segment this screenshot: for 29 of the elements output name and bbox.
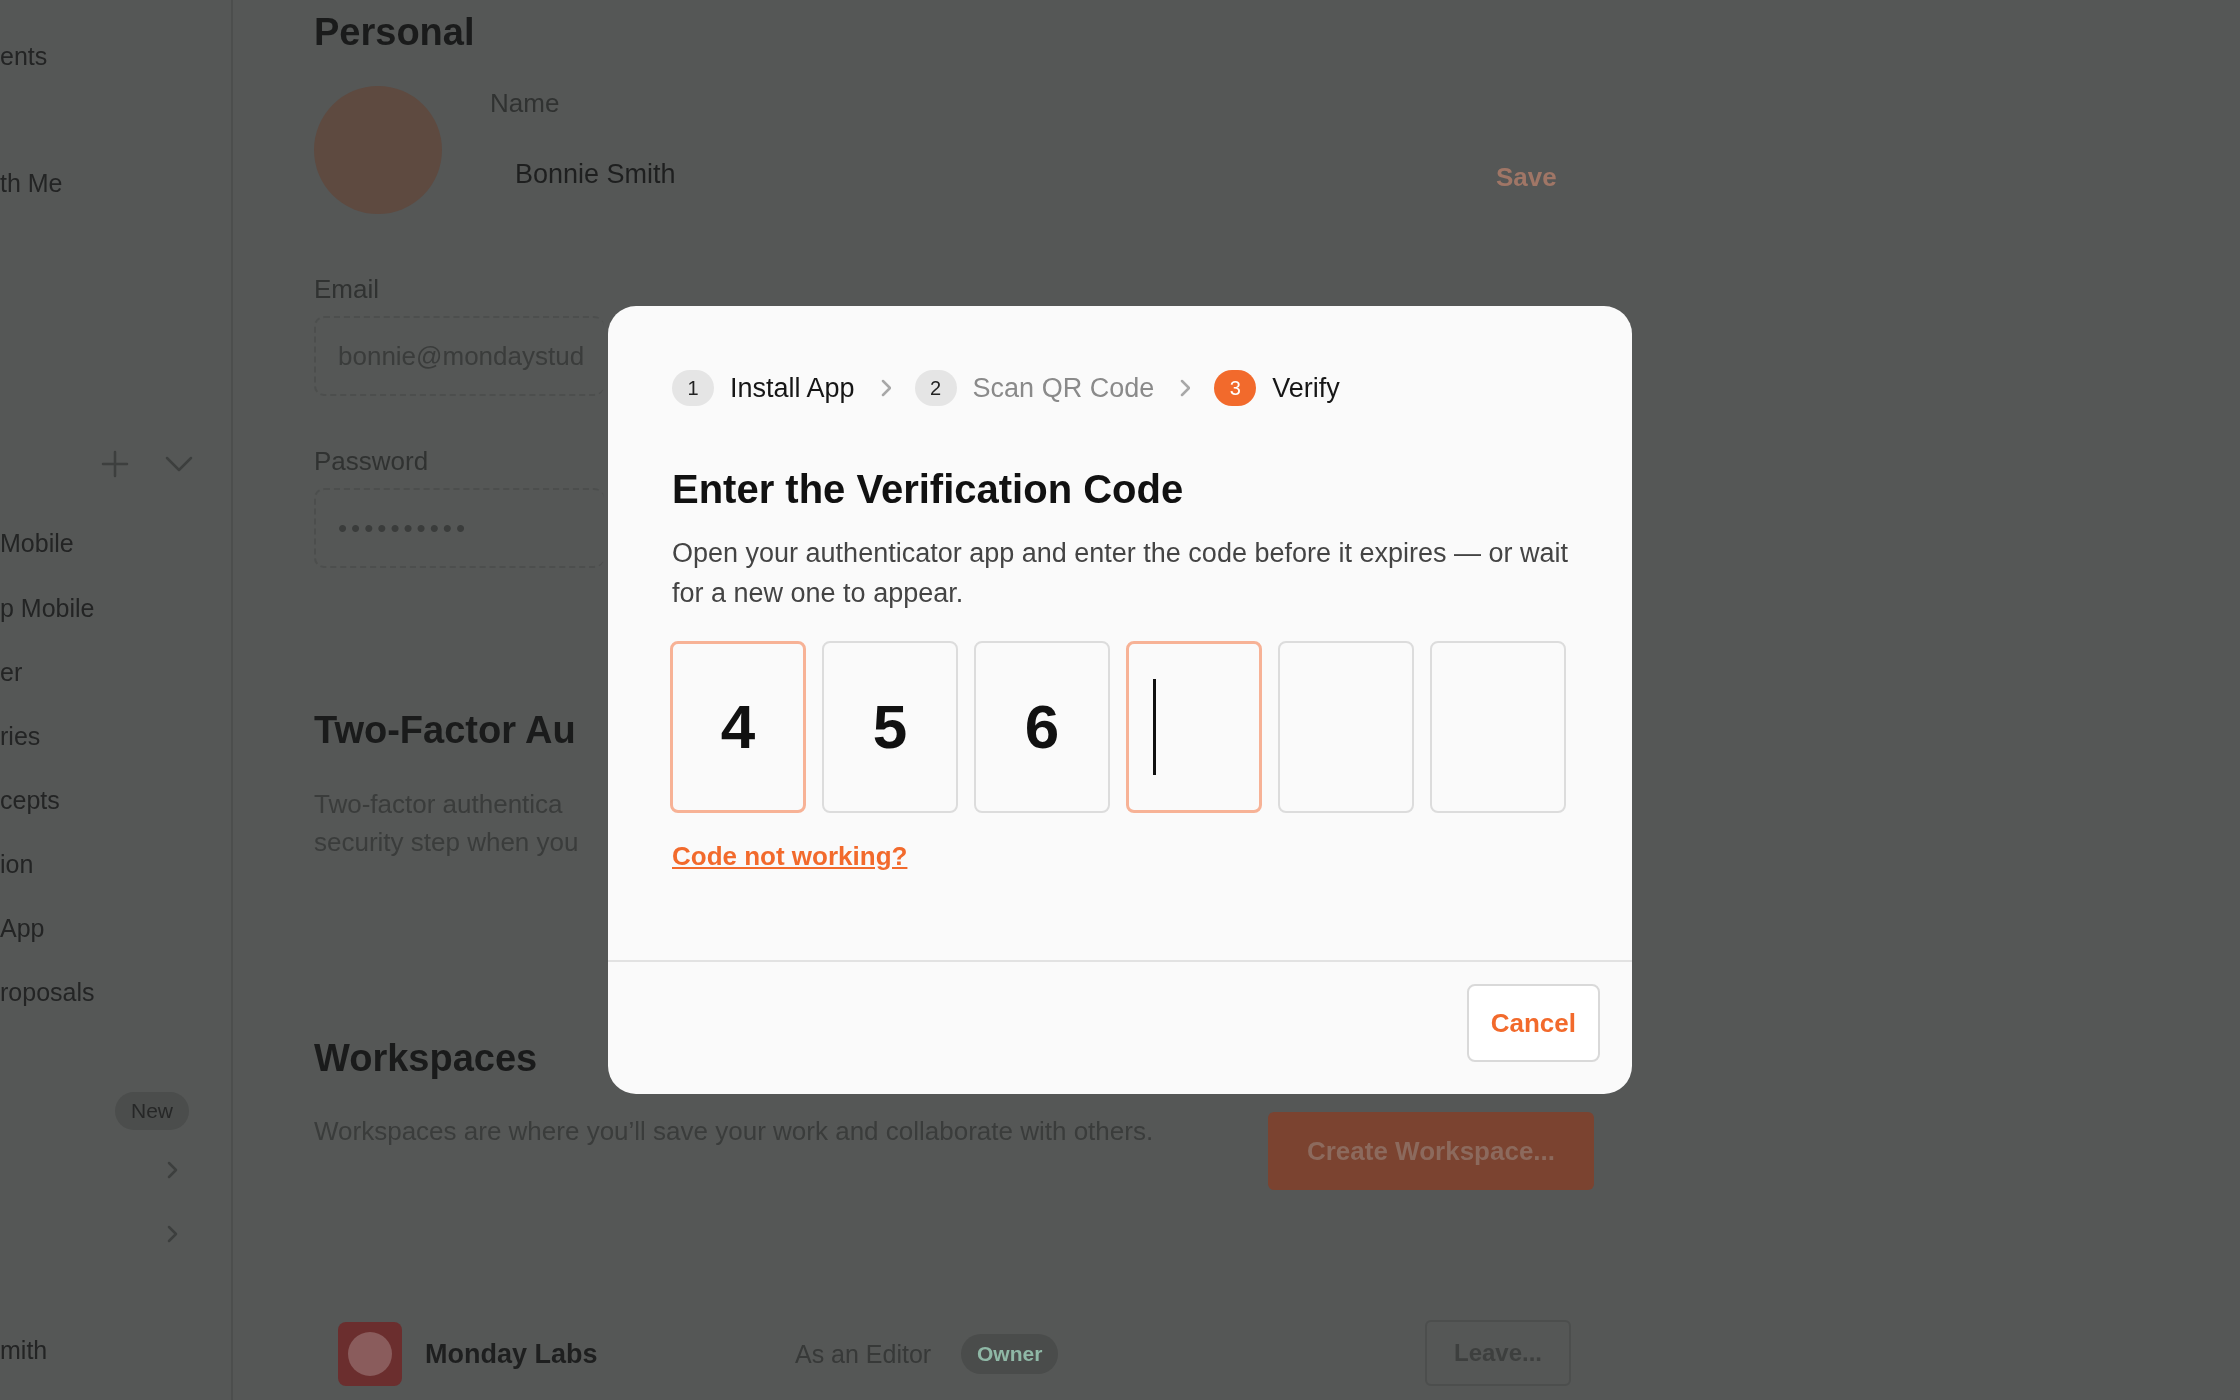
code-input-field[interactable]: 5 [822, 640, 958, 813]
dialog-title: Enter the Verification Code [672, 465, 1185, 513]
chevron-right-icon[interactable] [165, 1224, 179, 1244]
code-input-field[interactable]: 6 [974, 640, 1110, 813]
step-number: 1 [672, 370, 714, 407]
section-heading: Two-Factor Au [314, 708, 576, 753]
plus-icon[interactable] [101, 450, 129, 478]
chevron-down-icon[interactable] [165, 456, 193, 472]
code-input-field[interactable] [1126, 640, 1262, 813]
code-input-field[interactable] [1278, 640, 1414, 813]
chevron-right-icon [1178, 378, 1191, 399]
dialog-description: Open your authenticator app and enter the code before it expires — or wait for a new one to appear. [672, 536, 1570, 610]
save-button[interactable]: Save [1496, 158, 1557, 197]
step-label[interactable]: Verify [1272, 368, 1340, 409]
help-link[interactable]: Code not working? [672, 836, 908, 876]
code-input-field[interactable]: 4 [670, 640, 806, 813]
step-number: 2 [914, 370, 957, 407]
chevron-right-icon[interactable] [165, 1160, 179, 1180]
step-label[interactable]: Scan QR Code [972, 368, 1155, 409]
owner-badge: Owner [961, 1334, 1059, 1374]
name-field[interactable]: Bonnie Smith [515, 154, 676, 195]
step-label[interactable]: Install App [730, 368, 855, 409]
code-input-field[interactable] [1430, 640, 1566, 813]
workspace-logo-icon [338, 1322, 402, 1386]
workspace-name: Monday Labs [425, 1338, 598, 1371]
step-number: 3 [1214, 370, 1257, 407]
section-heading: Workspaces [314, 1036, 538, 1081]
cancel-button[interactable]: Cancel [1466, 984, 1600, 1062]
section-heading: Personal [314, 10, 475, 55]
